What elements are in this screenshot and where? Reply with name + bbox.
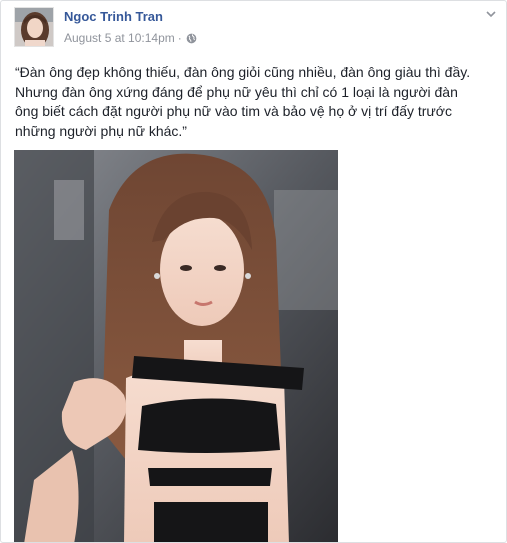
- avatar-image: [15, 8, 53, 46]
- post-body-text: “Đàn ông đẹp không thiếu, đàn ông giỏi c…: [15, 63, 499, 141]
- chevron-down-icon[interactable]: [485, 8, 497, 20]
- post-timestamp[interactable]: August 5 at 10:14pm: [64, 31, 175, 45]
- meta-separator: ·: [177, 31, 182, 45]
- post-photo[interactable]: [14, 150, 338, 542]
- facebook-post: Ngoc Trinh Tran August 5 at 10:14pm · “Đ…: [0, 0, 507, 543]
- post-meta: August 5 at 10:14pm ·: [64, 31, 197, 45]
- post-text-line: “Đàn ông đẹp không thiếu, đàn ông giỏi c…: [15, 64, 471, 80]
- post-text-line: Nhưng đàn ông xứng đáng để phụ nữ yêu th…: [15, 83, 458, 100]
- author-name-link[interactable]: Ngoc Trinh Tran: [64, 9, 163, 24]
- post-text-line: ông biết cách đặt người phụ nữ vào tim v…: [15, 103, 452, 119]
- post-text-line: những người phụ nữ khác.”: [15, 122, 187, 139]
- author-avatar[interactable]: [14, 7, 54, 47]
- globe-icon[interactable]: [186, 33, 197, 44]
- post-photo-image: [14, 150, 338, 542]
